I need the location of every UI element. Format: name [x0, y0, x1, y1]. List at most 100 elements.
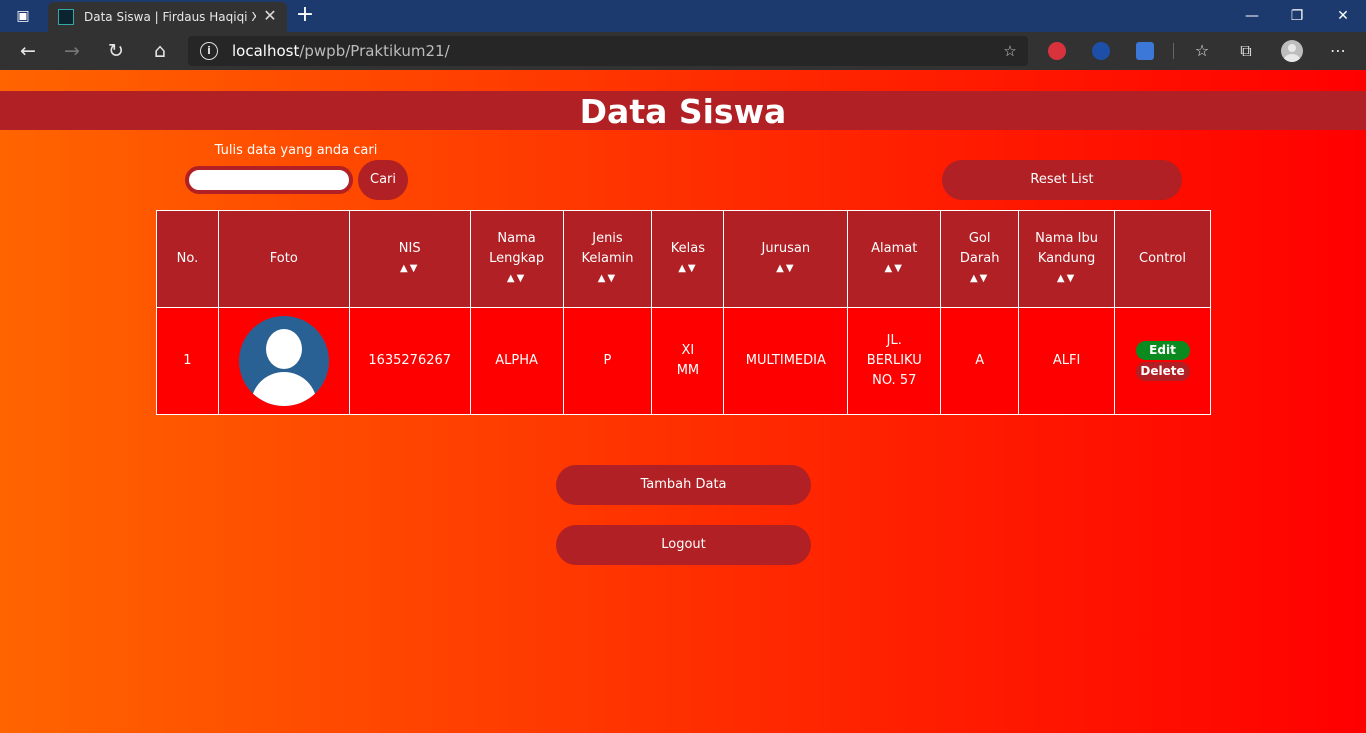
add-data-button[interactable]: Tambah Data [556, 465, 811, 505]
header-nama-ibu: Nama Ibu Kandung ▲▼ [1018, 210, 1116, 308]
header-no: No. [156, 210, 219, 308]
sort-desc-icon[interactable]: ▼ [607, 273, 617, 284]
address-url[interactable]: localhost/pwpb/Praktikum21/ [232, 42, 450, 60]
header-nama-lengkap: Nama Lengkap ▲▼ [469, 210, 564, 308]
page-title: Data Siswa [579, 92, 787, 131]
more-icon[interactable]: ⋯ [1326, 39, 1350, 63]
cell-no: 1 [156, 307, 219, 415]
browser-toolbar: ← → ↻ ⌂ i localhost/pwpb/Praktikum21/ ☆ … [0, 32, 1366, 70]
cell-nis: 1635276267 [348, 307, 471, 415]
header-jenis-kelamin: Jenis Kelamin ▲▼ [562, 210, 653, 308]
sort-controls: ▲▼ [570, 269, 646, 289]
sort-desc-icon[interactable]: ▼ [1067, 273, 1077, 284]
page-content: Data Siswa Tulis data yang anda cari Car… [0, 70, 1366, 733]
forward-arrow-icon[interactable]: → [59, 39, 85, 63]
back-arrow-icon[interactable]: ← [15, 39, 41, 63]
close-window-icon[interactable]: ✕ [1320, 4, 1366, 28]
tab-title: Data Siswa | Firdaus Haqiqi XI RPL [84, 10, 256, 24]
new-tab-icon[interactable]: + [294, 4, 316, 27]
browser-tab[interactable]: Data Siswa | Firdaus Haqiqi XI RPL ✕ [48, 2, 287, 32]
student-table: No. Foto NIS ▲▼ Nama Lengkap ▲▼ Jenis Kela… [156, 210, 1211, 415]
info-icon[interactable]: i [200, 42, 218, 60]
header-foto: Foto [217, 210, 350, 308]
restore-icon[interactable]: ❐ [1274, 4, 1320, 28]
cell-gol-darah: A [940, 307, 1020, 415]
header-gol-darah: Gol Darah ▲▼ [940, 210, 1020, 308]
minimize-icon[interactable]: — [1229, 4, 1275, 28]
header-nama-ibu-label: Nama Ibu Kandung [1035, 231, 1098, 266]
sort-asc-icon[interactable]: ▲ [970, 273, 980, 284]
sort-desc-icon[interactable]: ▼ [688, 263, 698, 274]
search-input[interactable] [185, 166, 353, 194]
cell-jenis-kelamin: P [562, 307, 653, 415]
header-foto-label: Foto [269, 251, 298, 266]
sort-controls: ▲▼ [947, 269, 1012, 289]
header-jurusan: Jurusan ▲▼ [723, 210, 849, 308]
cell-control: Edit Delete [1114, 307, 1211, 415]
sort-controls: ▲▼ [854, 259, 934, 279]
sort-asc-icon[interactable]: ▲ [507, 273, 517, 284]
browser-title-bar: ▣ Data Siswa | Firdaus Haqiqi XI RPL ✕ +… [0, 0, 1366, 32]
sort-asc-icon[interactable]: ▲ [678, 263, 688, 274]
sort-desc-icon[interactable]: ▼ [894, 263, 904, 274]
extension-translate-icon[interactable] [1136, 42, 1154, 60]
tab-actions-icon[interactable]: ▣ [14, 8, 32, 24]
header-jenis-kelamin-label: Jenis Kelamin [581, 231, 634, 266]
cell-kelas: XI MM [651, 307, 725, 415]
header-nama-lengkap-label: Nama Lengkap [489, 231, 545, 266]
header-gol-darah-label: Gol Darah [959, 231, 1000, 266]
sort-desc-icon[interactable]: ▼ [517, 273, 527, 284]
sort-controls: ▲▼ [477, 269, 557, 289]
add-favorite-icon[interactable]: ☆ [1000, 41, 1020, 61]
student-photo-avatar [238, 316, 329, 406]
header-control-label: Control [1139, 251, 1186, 266]
collections-icon[interactable]: ⧉ [1234, 39, 1258, 63]
header-nis: NIS ▲▼ [348, 210, 471, 308]
sort-desc-icon[interactable]: ▼ [410, 263, 420, 274]
edit-button[interactable]: Edit [1135, 341, 1190, 360]
sort-asc-icon[interactable]: ▲ [400, 263, 410, 274]
sort-desc-icon[interactable]: ▼ [980, 273, 990, 284]
tab-favicon-icon [58, 9, 74, 25]
header-kelas-label: Kelas [670, 241, 706, 256]
sort-asc-icon[interactable]: ▲ [776, 263, 786, 274]
sort-asc-icon[interactable]: ▲ [598, 273, 608, 284]
extension-browser-icon[interactable] [1092, 42, 1110, 60]
url-host: localhost [232, 42, 300, 60]
sort-controls: ▲▼ [1025, 269, 1108, 289]
page-header: Data Siswa [0, 91, 1366, 131]
extension-adblock-icon[interactable] [1048, 42, 1066, 60]
cell-alamat: JL. BERLIKU NO. 57 [847, 307, 942, 415]
sort-asc-icon[interactable]: ▲ [1057, 273, 1067, 284]
sort-asc-icon[interactable]: ▲ [885, 263, 895, 274]
logout-button[interactable]: Logout [556, 525, 811, 565]
reset-list-button[interactable]: Reset List [942, 160, 1182, 200]
header-jurusan-label: Jurusan [761, 241, 811, 256]
sort-controls: ▲▼ [658, 259, 717, 279]
cell-nama-lengkap: ALPHA [469, 307, 564, 415]
sort-controls: ▲▼ [356, 259, 464, 279]
search-button[interactable]: Cari [358, 160, 408, 200]
sort-desc-icon[interactable]: ▼ [786, 263, 796, 274]
header-no-label: No. [176, 251, 199, 266]
sort-controls: ▲▼ [730, 259, 841, 279]
table-header-row: No. Foto NIS ▲▼ Nama Lengkap ▲▼ Jenis Kela… [156, 210, 1211, 308]
delete-button[interactable]: Delete [1135, 362, 1190, 381]
header-alamat: Alamat ▲▼ [847, 210, 942, 308]
home-icon[interactable]: ⌂ [147, 39, 173, 63]
favorites-icon[interactable]: ☆ [1190, 39, 1214, 63]
toolbar-divider [1173, 43, 1174, 59]
close-tab-icon[interactable]: ✕ [261, 7, 279, 25]
table-row: 1 1635276267 ALPHA P XI MM MULTIMEDIA JL… [156, 307, 1211, 415]
address-bar[interactable]: i localhost/pwpb/Praktikum21/ ☆ [188, 36, 1028, 66]
header-alamat-label: Alamat [871, 241, 918, 256]
header-nis-label: NIS [398, 241, 421, 256]
profile-avatar-icon[interactable] [1281, 40, 1303, 62]
header-kelas: Kelas ▲▼ [651, 210, 725, 308]
cell-jurusan: MULTIMEDIA [723, 307, 849, 415]
reload-icon[interactable]: ↻ [103, 39, 129, 63]
cell-foto [217, 307, 350, 415]
header-control: Control [1114, 210, 1211, 308]
url-path: /pwpb/Praktikum21/ [299, 42, 450, 60]
cell-nama-ibu: ALFI [1018, 307, 1116, 415]
